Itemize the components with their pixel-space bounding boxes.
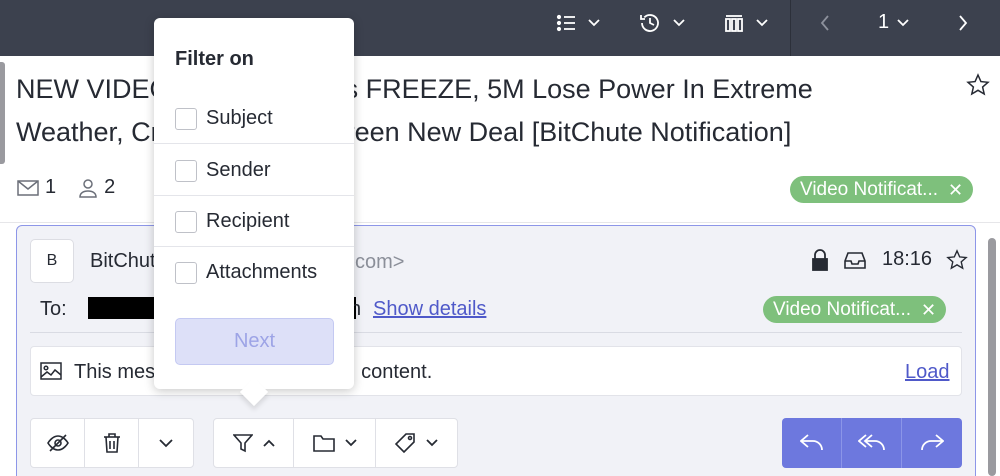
filter-option-label: Subject: [206, 107, 273, 129]
load-content-link[interactable]: Load: [905, 361, 950, 384]
clock-icon: [639, 12, 661, 34]
next-button[interactable]: Next: [175, 318, 334, 365]
message-count: 1: [45, 176, 57, 198]
eye-slash-icon: [46, 434, 69, 452]
attachments-checkbox[interactable]: [175, 261, 197, 284]
forward-icon: [920, 434, 944, 452]
chevron-down-icon: [588, 19, 600, 27]
filter-option-subject[interactable]: Subject: [154, 93, 354, 144]
label-chip-text: Video Notificat...: [773, 298, 912, 320]
previous-page-button[interactable]: [820, 10, 830, 36]
trash-button[interactable]: [85, 419, 139, 467]
chevron-down-icon: [426, 439, 438, 447]
star-icon: [966, 73, 990, 97]
to-label: To:: [40, 298, 67, 320]
user-icon: [78, 178, 98, 198]
toolbar-divider: [790, 0, 791, 56]
chevron-down-icon: [344, 439, 357, 447]
show-details-link[interactable]: Show details: [373, 298, 486, 321]
subject-checkbox[interactable]: [175, 107, 197, 130]
left-resize-handle[interactable]: [0, 62, 5, 164]
chevron-up-icon: [263, 439, 275, 447]
scrollbar[interactable]: [988, 238, 996, 476]
filter-option-sender[interactable]: Sender: [154, 145, 354, 196]
more-actions-button[interactable]: [139, 419, 193, 467]
columns-icon: [724, 13, 744, 33]
notice-text-end: content.: [361, 361, 433, 383]
participant-count: 2: [104, 176, 116, 198]
lock-icon[interactable]: [810, 248, 830, 271]
inbox-icon[interactable]: [844, 251, 866, 269]
star-icon[interactable]: [946, 248, 968, 271]
message-header-icons: 18:16: [810, 248, 968, 271]
forward-button[interactable]: [902, 418, 962, 468]
trash-icon: [103, 433, 121, 453]
sender-email: com>: [355, 251, 405, 273]
mark-unread-button[interactable]: [31, 419, 85, 467]
filter-option-recipient[interactable]: Recipient: [154, 196, 354, 247]
chevron-down-icon: [756, 19, 768, 27]
reply-all-icon: [857, 434, 886, 452]
notice-text-start: This mes: [74, 361, 156, 383]
folder-icon: [312, 434, 335, 452]
chevron-down-icon: [673, 19, 685, 27]
star-button[interactable]: [966, 73, 990, 97]
reply-button[interactable]: [782, 418, 842, 468]
move-to-folder-button[interactable]: [294, 419, 376, 467]
dropdown-divider: [154, 143, 354, 144]
label-as-button[interactable]: [376, 419, 457, 467]
layout-button[interactable]: [724, 10, 768, 36]
page-number: 1: [878, 11, 890, 33]
chevron-right-icon: [958, 15, 968, 31]
page-selector[interactable]: 1: [878, 11, 909, 34]
remove-label-icon[interactable]: ✕: [948, 181, 963, 199]
filter-option-attachments[interactable]: Attachments: [154, 247, 354, 298]
image-icon: [40, 362, 62, 380]
reply-all-button[interactable]: [842, 418, 902, 468]
recipient-checkbox[interactable]: [175, 210, 197, 233]
top-toolbar: 1: [0, 0, 1000, 56]
next-page-button[interactable]: [958, 10, 968, 36]
message-actions-group: [30, 418, 194, 468]
avatar-letter: B: [46, 252, 58, 269]
organize-actions-group: [213, 418, 458, 468]
tag-icon: [394, 432, 416, 454]
chevron-left-icon: [820, 15, 830, 31]
reply-actions-group: [782, 418, 962, 468]
reply-icon: [799, 434, 824, 452]
filter-option-label: Attachments: [206, 261, 318, 283]
avatar: B: [30, 239, 74, 283]
list-view-button[interactable]: [556, 10, 600, 36]
sort-button[interactable]: [639, 10, 685, 36]
filter-option-label: Recipient: [206, 210, 290, 232]
sender-checkbox[interactable]: [175, 159, 197, 182]
header-divider: [0, 222, 1000, 223]
list-icon: [556, 13, 576, 33]
envelope-icon: [17, 179, 39, 196]
chevron-down-icon: [897, 18, 909, 27]
chevron-down-icon: [159, 438, 173, 448]
message-label-chip[interactable]: Video Notificat... ✕: [763, 296, 947, 323]
conversation-meta: 1 2: [17, 176, 137, 199]
filter-dropdown-title: Filter on: [175, 48, 254, 70]
message-time: 18:16: [882, 248, 933, 270]
label-chip-text: Video Notificat...: [800, 178, 939, 200]
filter-option-label: Sender: [206, 159, 271, 181]
remove-label-icon[interactable]: ✕: [921, 301, 936, 319]
label-chip[interactable]: Video Notificat... ✕: [790, 176, 974, 203]
filter-button[interactable]: [214, 419, 295, 467]
filter-icon: [232, 433, 253, 453]
